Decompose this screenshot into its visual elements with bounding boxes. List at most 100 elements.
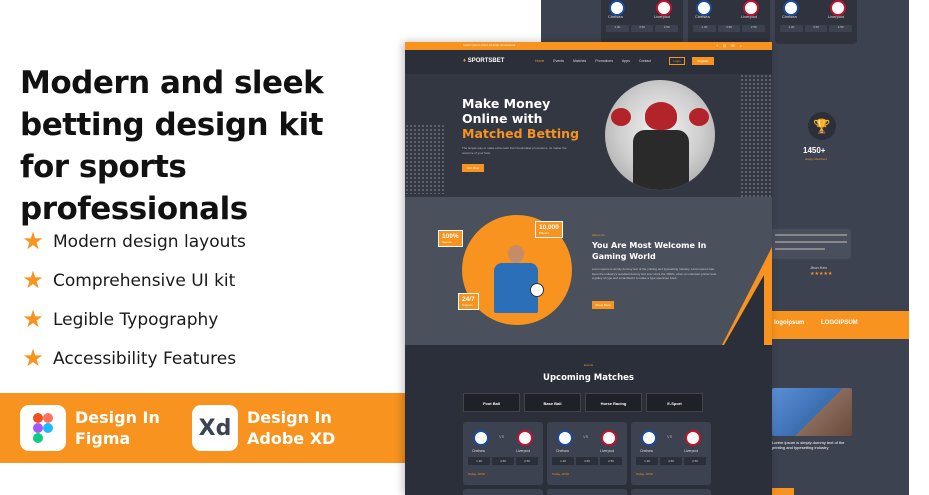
figma-tool[interactable]: Design In Figma xyxy=(20,405,160,451)
odds-value[interactable]: 4.50 xyxy=(660,457,682,465)
odds-value[interactable]: 1.30 xyxy=(693,25,716,32)
jersey xyxy=(633,130,689,190)
back-match-card: Chelsea Liverpool 1.30 4.50 2.50 xyxy=(601,0,683,44)
badge-number: 24/7 xyxy=(462,296,475,303)
rating-stars-icon: ★★★★★ xyxy=(810,271,833,277)
trophy-icon: 🏆 xyxy=(808,112,836,140)
login-button[interactable]: Login xyxy=(669,57,685,65)
figma-logo-icon xyxy=(20,405,66,451)
odds-value[interactable]: 2.50 xyxy=(742,25,766,32)
feature-list: ★ Modern design layouts ★ Comprehensive … xyxy=(22,222,246,378)
hero-title: Make Money Online with Matched Betting xyxy=(462,96,579,141)
star-icon: ★ xyxy=(22,344,44,372)
back-match-card: Chelsea Liverpool 1.30 4.50 2.50 xyxy=(775,0,857,44)
tab-esport[interactable]: E-Sport xyxy=(646,393,703,412)
stat-badge: 24/7 Support xyxy=(458,293,479,310)
odds-value[interactable]: 4.50 xyxy=(717,25,741,32)
match-time: Today, 18:00 xyxy=(468,472,485,476)
match-time: Today, 18:00 xyxy=(636,472,653,476)
chelsea-crest-icon xyxy=(641,430,657,446)
helmet-icon xyxy=(689,108,709,126)
tab-baseball[interactable]: Base Ball xyxy=(524,393,581,412)
welcome-text: Lorem ipsum is simply dummy text of the … xyxy=(592,267,717,280)
odds-value[interactable]: 4.50 xyxy=(804,25,828,32)
tab-horse-racing[interactable]: Horse Racing xyxy=(585,393,642,412)
nav-item-contact[interactable]: Contact xyxy=(639,59,651,63)
odds-value[interactable]: 1.30 xyxy=(468,457,490,465)
star-icon: ★ xyxy=(22,266,44,294)
register-button[interactable]: Register xyxy=(692,57,714,65)
hero-line: Make Money xyxy=(462,96,551,111)
stat-number: 1450+ xyxy=(803,146,826,155)
liverpool-crest-icon xyxy=(601,430,617,446)
odds-row: 1.30 4.50 2.50 xyxy=(693,25,766,32)
soccer-player-image xyxy=(492,245,544,325)
more-cards xyxy=(463,489,711,495)
brand-name: SPORTSBET xyxy=(467,58,505,64)
flame-icon: ♦ xyxy=(463,58,467,64)
join-button[interactable]: Join Now xyxy=(462,164,484,172)
team-home: Chelsea xyxy=(695,14,710,19)
stat-label: Happy Members xyxy=(805,157,828,161)
nav-item-apps[interactable]: Apps xyxy=(622,59,630,63)
team-home: Chelsea xyxy=(782,14,797,19)
match-card[interactable]: VS Chelsea Liverpool 1.30 4.50 2.50 Toda… xyxy=(547,422,627,485)
nav-menu: Home Events Matches Promotions Apps Cont… xyxy=(535,59,651,63)
team-away: Liverpool xyxy=(828,14,845,19)
feature-item: ★ Accessibility Features xyxy=(22,339,246,378)
feature-label: Modern design layouts xyxy=(53,231,246,252)
nav-item-home[interactable]: Home xyxy=(535,59,544,63)
social-icons[interactable]: f ◎ ✉ ⌕ xyxy=(716,43,744,48)
hero-section: Make Money Online with Matched Betting T… xyxy=(405,74,772,197)
liverpool-crest-icon xyxy=(517,430,533,446)
odds-row: 1.30 4.50 2.50 xyxy=(552,457,622,465)
odds-value[interactable]: 1.30 xyxy=(606,25,629,32)
stat-badge: 10,000 Players xyxy=(535,221,563,238)
match-card[interactable]: VS Chelsea Liverpool 1.30 4.50 2.50 Toda… xyxy=(631,422,711,485)
odds-row: 1.30 4.50 2.50 xyxy=(606,25,679,32)
vs-label: VS xyxy=(583,434,589,439)
odds-value[interactable]: 2.50 xyxy=(600,457,622,465)
odds-value[interactable]: 2.50 xyxy=(829,25,853,32)
nav-item-promotions[interactable]: Promotions xyxy=(595,59,613,63)
tool-line1: Design In xyxy=(75,408,160,427)
nav-item-events[interactable]: Events xyxy=(553,59,564,63)
promo-canvas: Modern and sleek betting design kit for … xyxy=(0,0,929,495)
odds-row: 1.30 4.50 2.50 xyxy=(636,457,706,465)
odds-value[interactable]: 4.50 xyxy=(492,457,514,465)
blog-image[interactable] xyxy=(772,388,852,436)
badge-label: Players xyxy=(539,231,550,235)
odds-value[interactable]: 2.50 xyxy=(655,25,679,32)
odds-value[interactable]: 1.30 xyxy=(780,25,803,32)
brand-logo[interactable]: ♦ SPORTSBET xyxy=(463,58,504,64)
odds-value[interactable]: 4.50 xyxy=(576,457,598,465)
hero-highlight: Matched Betting xyxy=(462,126,580,141)
about-button[interactable]: About More xyxy=(592,301,614,309)
team-away: Liverpool xyxy=(600,449,615,453)
odds-value[interactable]: 2.50 xyxy=(516,457,538,465)
sport-tabs: Foot Ball Base Ball Horse Racing E-Sport xyxy=(463,393,703,412)
odds-value[interactable]: 4.50 xyxy=(630,25,654,32)
reviewer-name: Jhon Ken xyxy=(810,265,827,270)
nav-item-matches[interactable]: Matches xyxy=(573,59,586,63)
team-away: Liverpool xyxy=(741,14,758,19)
tool-line2: Figma xyxy=(75,429,131,448)
read-more-button[interactable] xyxy=(772,488,794,495)
helmet-icon xyxy=(611,108,631,126)
football-player-image xyxy=(633,102,689,190)
hero-subtitle: The simple way to make extra cash from b… xyxy=(462,146,567,155)
top-bar-text: Lorem ipsum dolor sit amet consectetur xyxy=(463,43,516,47)
match-card[interactable]: VS Chelsea Liverpool 1.30 4.50 2.50 Toda… xyxy=(463,422,543,485)
odds-value[interactable]: 2.50 xyxy=(684,457,706,465)
navbar: ♦ SPORTSBET Home Events Matches Promotio… xyxy=(405,50,772,74)
vs-label: VS xyxy=(667,434,673,439)
hero-line: Online with xyxy=(462,111,543,126)
tab-football[interactable]: Foot Ball xyxy=(463,393,520,412)
helmet-icon xyxy=(645,102,677,130)
top-bar: Lorem ipsum dolor sit amet consectetur f… xyxy=(405,42,772,50)
odds-value[interactable]: 1.30 xyxy=(636,457,658,465)
xd-tool[interactable]: Xd Design In Adobe XD xyxy=(192,405,335,451)
blog-title[interactable]: Lorem ipsum is simply dummy text of the … xyxy=(772,440,852,450)
odds-value[interactable]: 1.30 xyxy=(552,457,574,465)
figma-label: Design In Figma xyxy=(75,407,160,449)
